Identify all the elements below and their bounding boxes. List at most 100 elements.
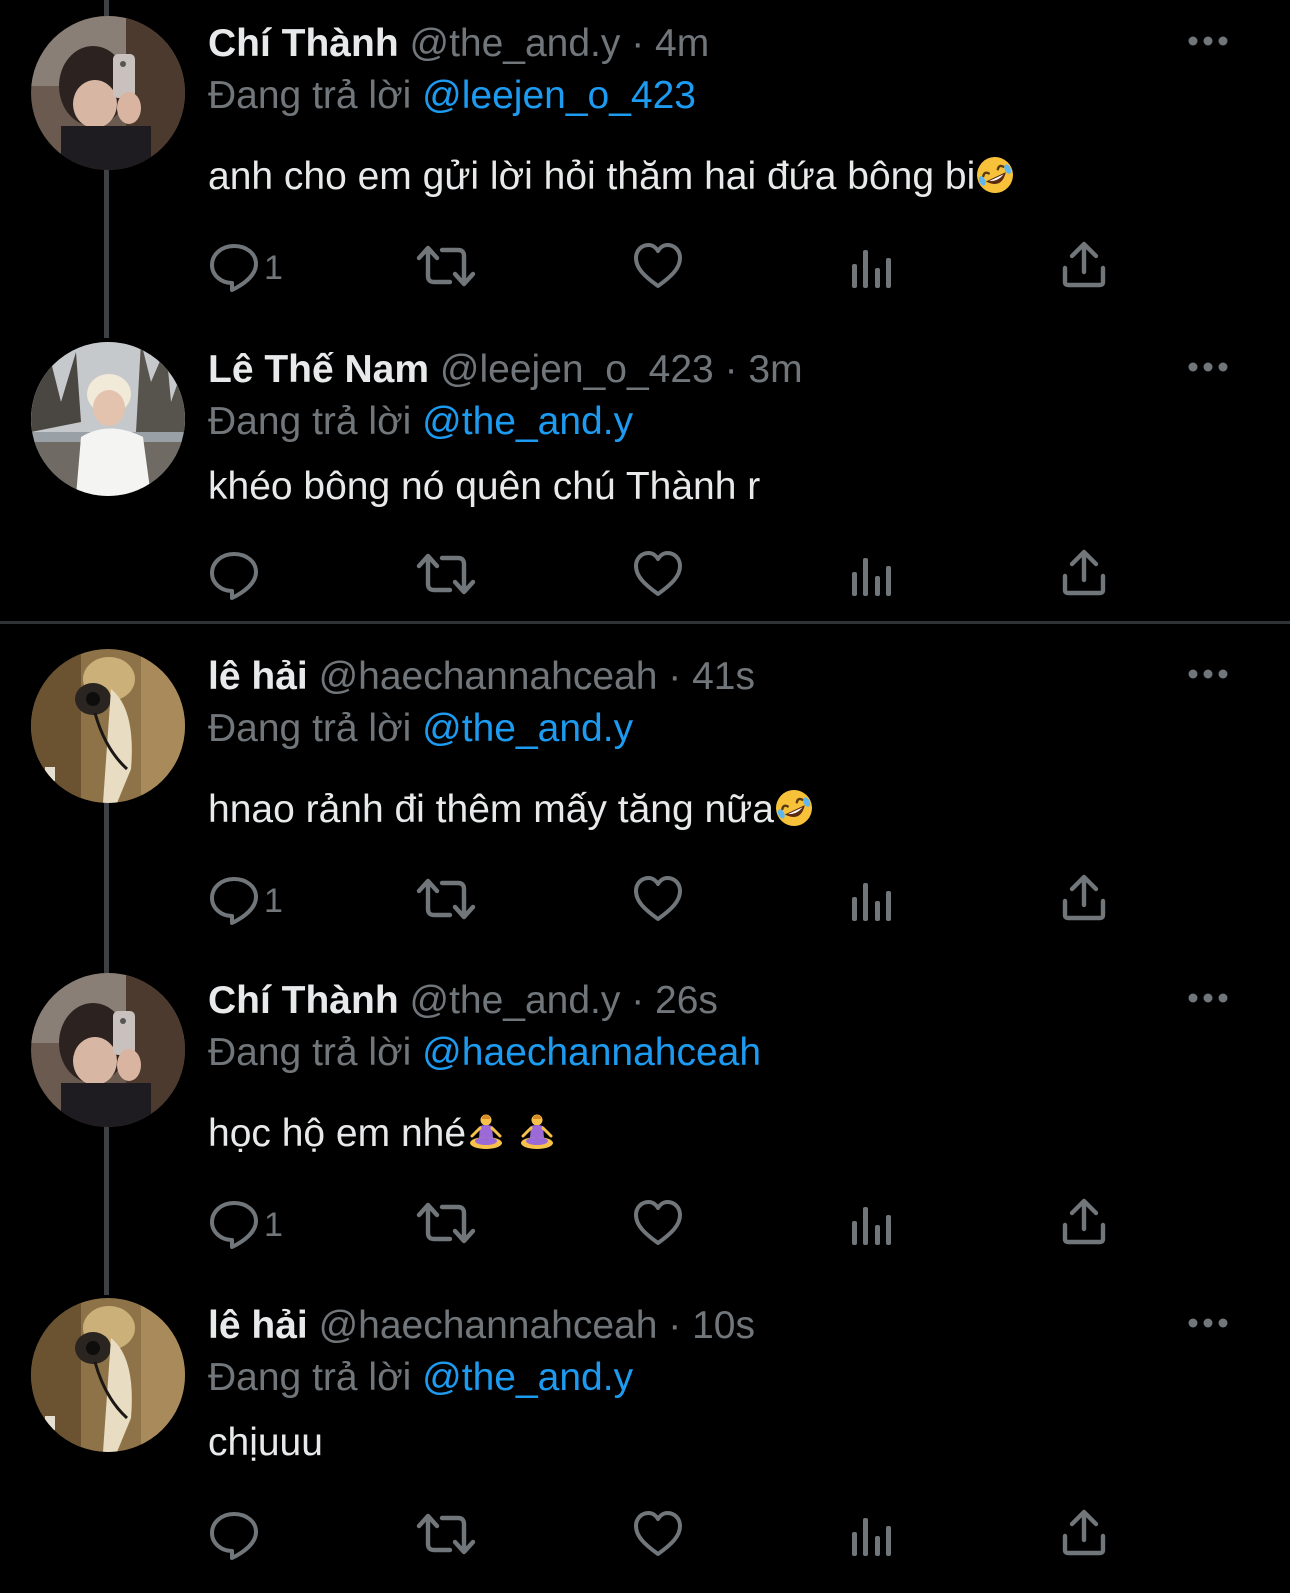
heart-icon (632, 240, 684, 292)
more-options-icon[interactable] (1186, 356, 1230, 378)
tweet-3[interactable]: lê hải @haechannahceah · 41s Đang trả lờ… (0, 633, 1290, 973)
reply-bubble-icon (208, 548, 260, 600)
reply-bubble-icon (208, 1197, 260, 1249)
tweet-4[interactable]: Chí Thành @the_and.y · 26s Đang trả lời … (0, 957, 1290, 1295)
share-upload-icon (1060, 240, 1108, 288)
tweet-1[interactable]: Chí Thành @the_and.y · 4m Đang trả lời @… (0, 0, 1290, 338)
avatar[interactable] (31, 16, 185, 170)
replying-to: Đang trả lời @the_and.y (208, 1356, 633, 1400)
tweet-actions: 1 (208, 873, 1208, 929)
user-handle[interactable]: @haechannahceah (319, 655, 658, 698)
views-button[interactable] (848, 244, 896, 300)
tweet-actions: 1 (208, 1197, 1208, 1253)
replying-to-label: Đang trả lời (208, 707, 412, 750)
tweet-2[interactable]: Lê Thế Nam @leejen_o_423 · 3m Đang trả l… (0, 326, 1290, 621)
tweet-text-content: khéo bông nó quên chú Thành r (208, 465, 761, 508)
rolling-on-floor-laughing-emoji (774, 788, 814, 828)
share-button[interactable] (1060, 1197, 1108, 1253)
tweet-5[interactable]: lê hải @haechannahceah · 10s Đang trả lờ… (0, 1282, 1290, 1593)
thread-connector (104, 803, 109, 973)
mention-link[interactable]: @the_and.y (422, 400, 633, 443)
views-button[interactable] (848, 877, 896, 933)
more-options-icon[interactable] (1186, 1312, 1230, 1334)
tweet-text-content: hnao rảnh đi thêm mấy tăng nữa (208, 788, 774, 831)
retweet-button[interactable] (416, 1508, 476, 1564)
retweet-icon (416, 1197, 476, 1249)
heart-icon (632, 873, 684, 925)
more-options-icon[interactable] (1186, 663, 1230, 685)
reply-count: 1 (264, 249, 283, 287)
views-bar-chart-icon (848, 552, 896, 600)
views-bar-chart-icon (848, 244, 896, 292)
replying-to: Đang trả lời @the_and.y (208, 707, 633, 751)
retweet-button[interactable] (416, 240, 476, 296)
tweet-header: lê hải @haechannahceah · 10s (208, 1304, 755, 1348)
like-button[interactable] (632, 1197, 684, 1253)
user-handle[interactable]: @haechannahceah (319, 1304, 658, 1347)
retweet-button[interactable] (416, 1197, 476, 1253)
tweet-actions (208, 548, 1208, 604)
display-name[interactable]: lê hải (208, 655, 308, 698)
mention-link[interactable]: @haechannahceah (422, 1031, 761, 1074)
more-options-icon[interactable] (1186, 30, 1230, 52)
timestamp[interactable]: · 3m (725, 348, 803, 391)
user-handle[interactable]: @the_and.y (409, 22, 620, 65)
person-in-lotus-position-emoji (517, 1112, 557, 1152)
user-handle[interactable]: @leejen_o_423 (440, 348, 714, 391)
avatar[interactable] (31, 1298, 185, 1452)
replying-to-label: Đang trả lời (208, 400, 412, 443)
mention-link[interactable]: @leejen_o_423 (422, 74, 696, 117)
mention-link[interactable]: @the_and.y (422, 707, 633, 750)
views-button[interactable] (848, 552, 896, 608)
tweet-text-content: anh cho em gửi lời hỏi thăm hai đứa bông… (208, 155, 976, 198)
avatar[interactable] (31, 973, 185, 1127)
views-bar-chart-icon (848, 877, 896, 925)
display-name[interactable]: Chí Thành (208, 979, 399, 1022)
like-button[interactable] (632, 548, 684, 604)
like-button[interactable] (632, 240, 684, 296)
tweet-header: lê hải @haechannahceah · 41s (208, 655, 755, 699)
reply-button[interactable]: 1 (208, 240, 308, 296)
heart-icon (632, 1197, 684, 1249)
timestamp[interactable]: · 41s (668, 655, 755, 698)
share-button[interactable] (1060, 240, 1108, 296)
views-button[interactable] (848, 1201, 896, 1257)
replying-to-label: Đang trả lời (208, 74, 412, 117)
reply-button[interactable] (208, 548, 308, 604)
retweet-button[interactable] (416, 548, 476, 604)
retweet-icon (416, 240, 476, 292)
timestamp[interactable]: · 10s (668, 1304, 755, 1347)
reply-bubble-icon (208, 240, 260, 292)
reply-button[interactable]: 1 (208, 873, 308, 929)
timestamp[interactable]: · 26s (631, 979, 718, 1022)
timestamp[interactable]: · 4m (631, 22, 709, 65)
like-button[interactable] (632, 1508, 684, 1564)
display-name[interactable]: Chí Thành (208, 22, 399, 65)
tweet-actions: 1 (208, 240, 1208, 296)
tweet-header: Chí Thành @the_and.y · 26s (208, 979, 718, 1023)
display-name[interactable]: Lê Thế Nam (208, 348, 429, 391)
views-button[interactable] (848, 1512, 896, 1568)
like-button[interactable] (632, 873, 684, 929)
reply-button[interactable]: 1 (208, 1197, 308, 1253)
share-button[interactable] (1060, 873, 1108, 929)
mention-link[interactable]: @the_and.y (422, 1356, 633, 1399)
display-name[interactable]: lê hải (208, 1304, 308, 1347)
reply-bubble-icon (208, 1508, 260, 1560)
avatar[interactable] (31, 342, 185, 496)
user-handle[interactable]: @the_and.y (409, 979, 620, 1022)
reply-button[interactable] (208, 1508, 308, 1564)
tweet-actions (208, 1508, 1208, 1564)
share-button[interactable] (1060, 1508, 1108, 1564)
retweet-button[interactable] (416, 873, 476, 929)
tweet-text: học hộ em nhé (208, 1111, 557, 1157)
heart-icon (632, 548, 684, 600)
more-options-icon[interactable] (1186, 987, 1230, 1009)
share-button[interactable] (1060, 548, 1108, 604)
tweet-text: anh cho em gửi lời hỏi thăm hai đứa bông… (208, 154, 1015, 200)
reply-thread-feed: Chí Thành @the_and.y · 4m Đang trả lời @… (0, 0, 1290, 1593)
avatar[interactable] (31, 649, 185, 803)
replying-to: Đang trả lời @leejen_o_423 (208, 74, 696, 118)
thread-connector-top (104, 0, 109, 16)
reply-count: 1 (264, 1206, 283, 1244)
